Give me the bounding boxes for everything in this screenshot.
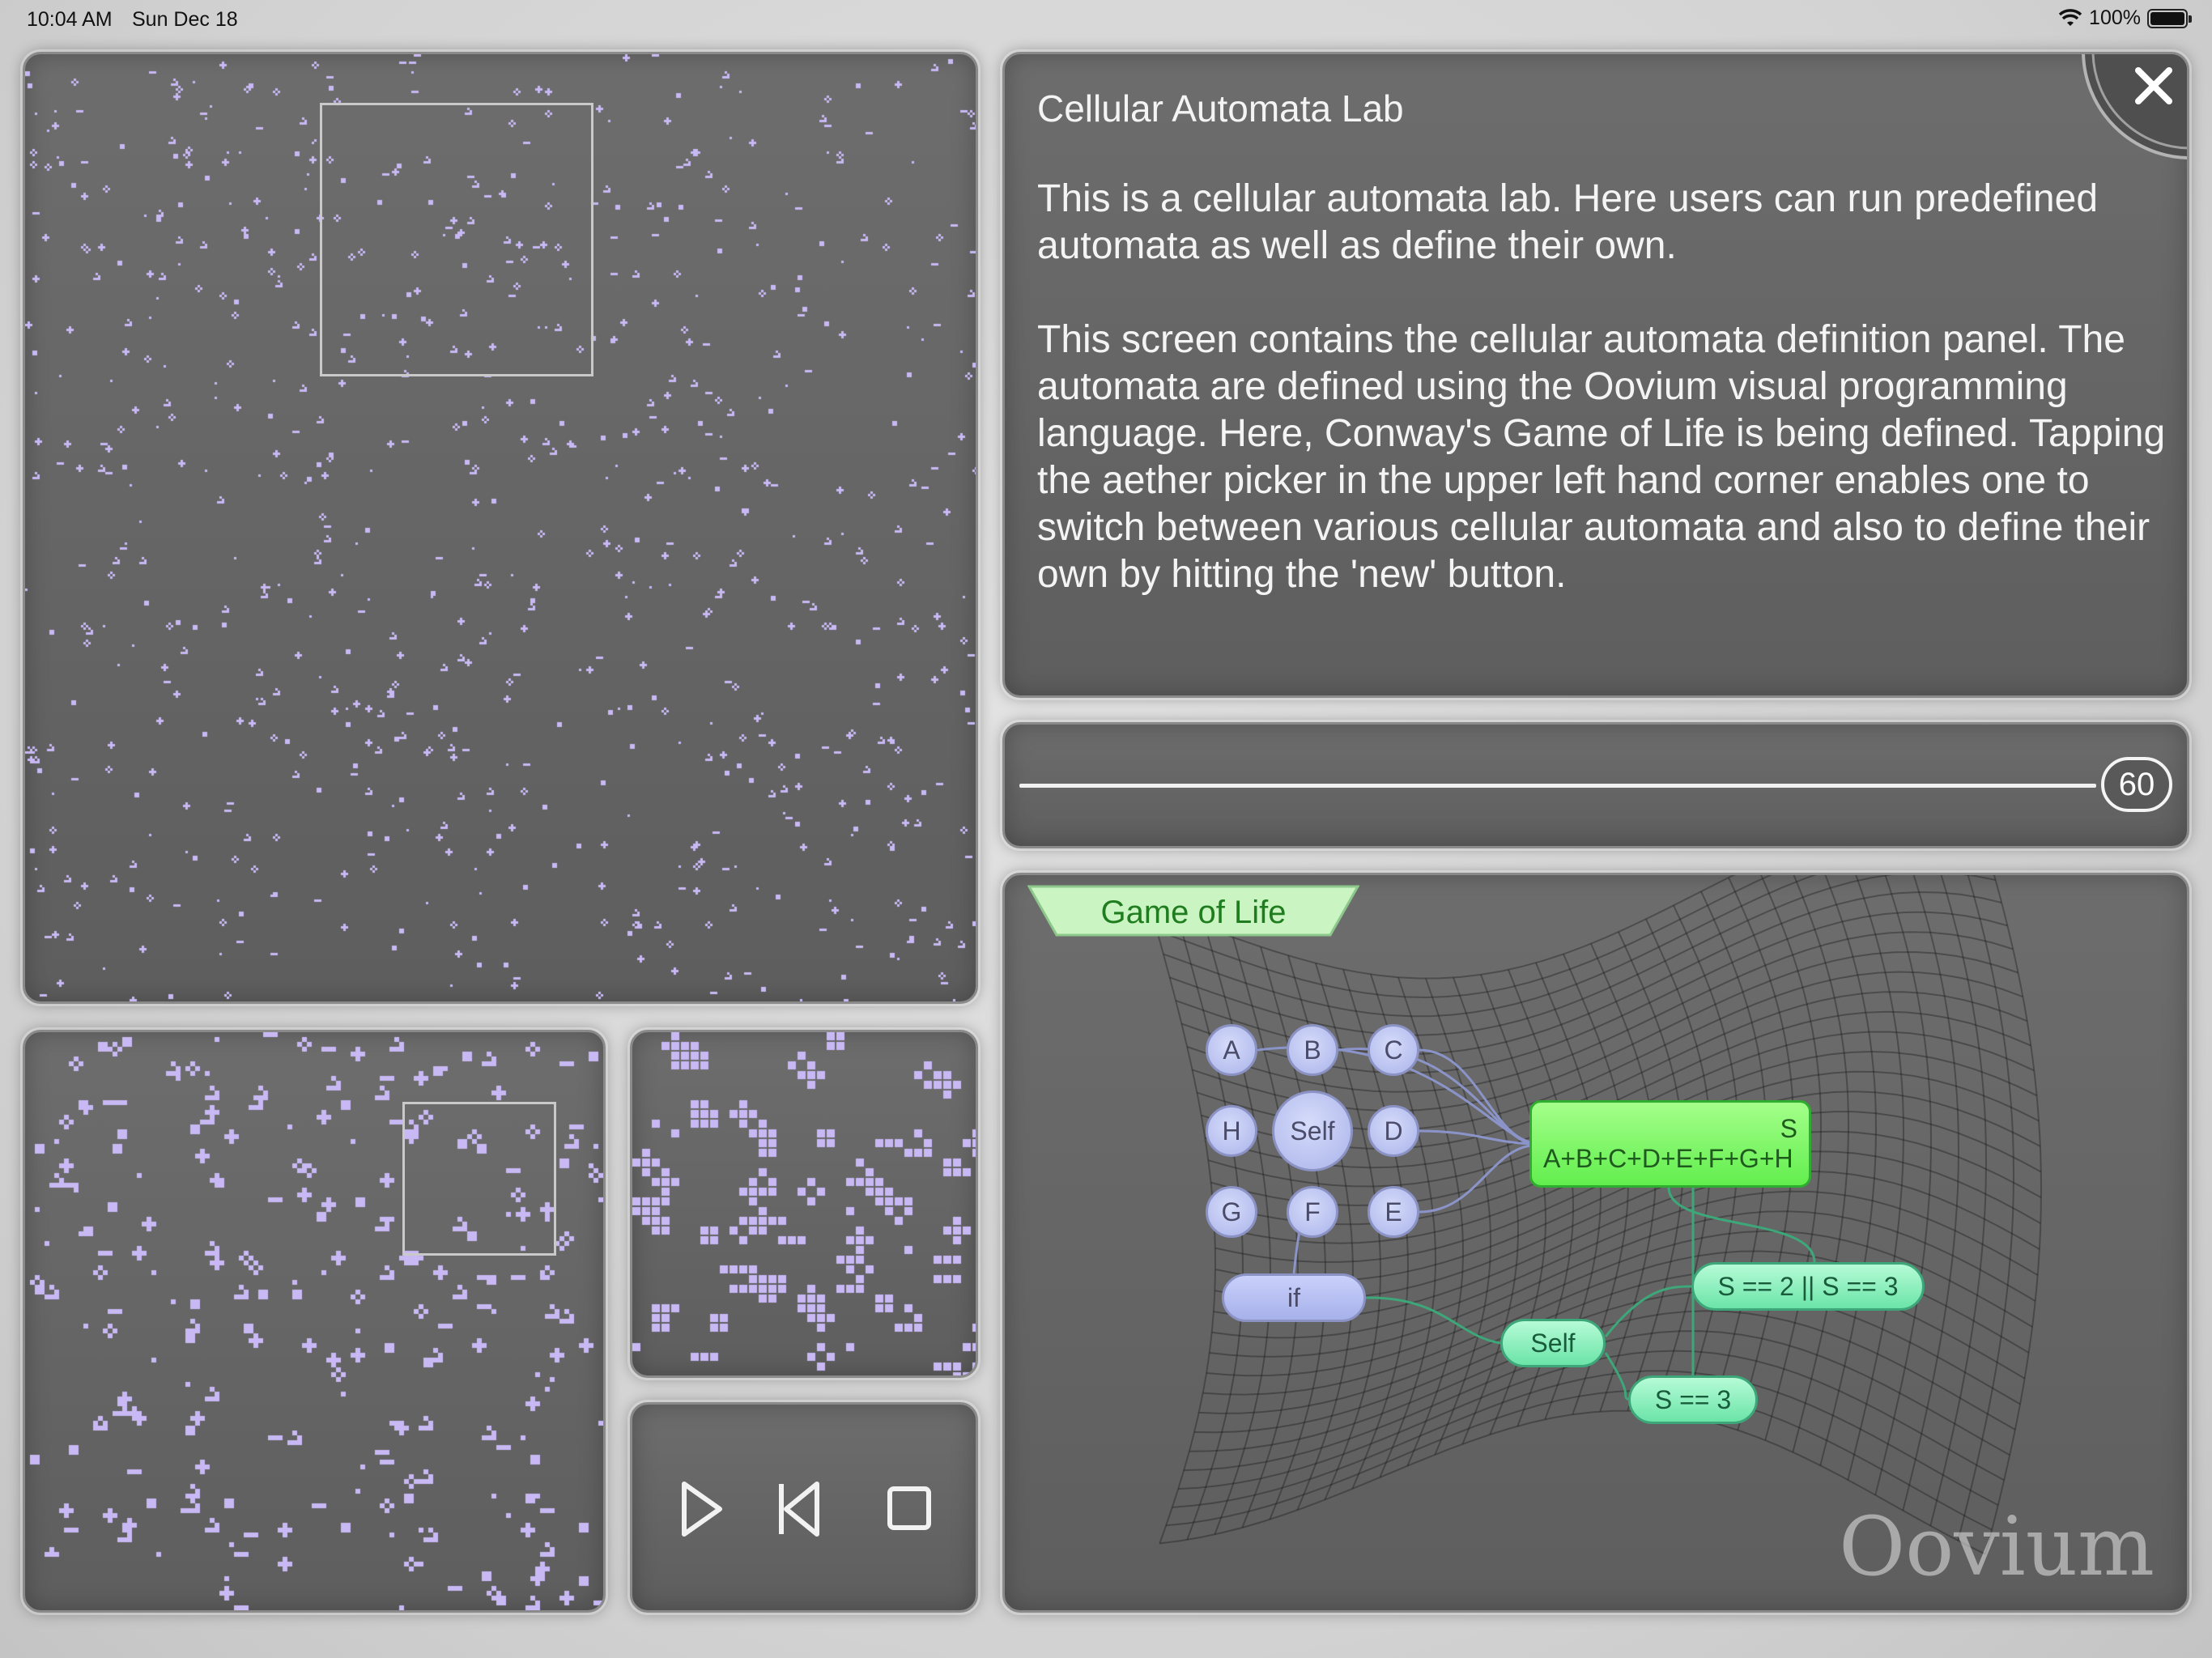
wifi-icon xyxy=(2058,8,2082,26)
speed-slider-panel: 60 xyxy=(1002,722,2189,848)
info-title: Cellular Automata Lab xyxy=(1037,87,1404,130)
neighbor-node-h[interactable]: H xyxy=(1206,1105,1257,1157)
automata-zoom-view[interactable] xyxy=(23,1030,606,1613)
close-icon[interactable] xyxy=(2069,52,2189,172)
status-right: 100% xyxy=(2058,6,2192,30)
rewind-icon[interactable] xyxy=(775,1479,823,1539)
oovium-watermark: Oovium xyxy=(1839,1499,2155,1594)
speed-slider-knob[interactable]: 60 xyxy=(2101,757,2172,812)
info-paragraph: This screen contains the cellular automa… xyxy=(1037,318,2166,596)
play-icon[interactable] xyxy=(678,1479,726,1539)
automata-main-view[interactable] xyxy=(23,52,978,1004)
stop-icon[interactable] xyxy=(885,1484,934,1533)
battery-percent: 100% xyxy=(2089,6,2141,29)
aether-tab[interactable]: Game of Life xyxy=(1027,885,1359,937)
transport-controls xyxy=(630,1402,978,1613)
detail-viewport-box[interactable] xyxy=(402,1102,556,1256)
status-date: Sun Dec 18 xyxy=(132,8,238,31)
sum-node[interactable]: S A+B+C+D+E+F+G+H xyxy=(1529,1100,1811,1188)
info-panel: Cellular Automata Lab This is a cellular… xyxy=(1002,52,2189,698)
if-node[interactable]: if xyxy=(1222,1273,1366,1322)
sum-node-name: S xyxy=(1780,1114,1797,1143)
speed-slider-track[interactable] xyxy=(1019,784,2096,788)
self-output-node[interactable]: Self xyxy=(1500,1319,1606,1367)
automata-detail-view[interactable] xyxy=(630,1030,978,1378)
automata-detail-grid[interactable] xyxy=(632,1032,976,1375)
aether-name: Game of Life xyxy=(1100,895,1287,930)
neighbor-node-e[interactable]: E xyxy=(1368,1186,1419,1238)
neighbor-node-f[interactable]: F xyxy=(1287,1186,1338,1238)
neighbor-node-c[interactable]: C xyxy=(1368,1024,1419,1076)
sum-node-expression: A+B+C+D+E+F+G+H xyxy=(1543,1144,1793,1173)
status-bar: 10:04 AM Sun Dec 18 100% xyxy=(0,0,2212,37)
info-body: This is a cellular automata lab. Here us… xyxy=(1037,176,2171,645)
neighbor-node-g[interactable]: G xyxy=(1206,1186,1257,1238)
neighbor-node-b[interactable]: B xyxy=(1287,1024,1338,1076)
condition-birth-node[interactable]: S == 3 xyxy=(1628,1375,1758,1424)
battery-icon xyxy=(2147,8,2192,28)
aether-panel[interactable]: Game of Life A B C D E F G H Self S A+B+… xyxy=(1002,873,2189,1613)
neighbor-node-a[interactable]: A xyxy=(1206,1024,1257,1076)
status-time: 10:04 AM xyxy=(27,8,113,31)
info-paragraph: This is a cellular automata lab. Here us… xyxy=(1037,177,2099,267)
condition-survive-node[interactable]: S == 2 || S == 3 xyxy=(1691,1262,1925,1311)
self-node[interactable]: Self xyxy=(1272,1090,1353,1171)
zoom-viewport-box[interactable] xyxy=(320,103,593,376)
neighbor-node-d[interactable]: D xyxy=(1368,1105,1419,1157)
